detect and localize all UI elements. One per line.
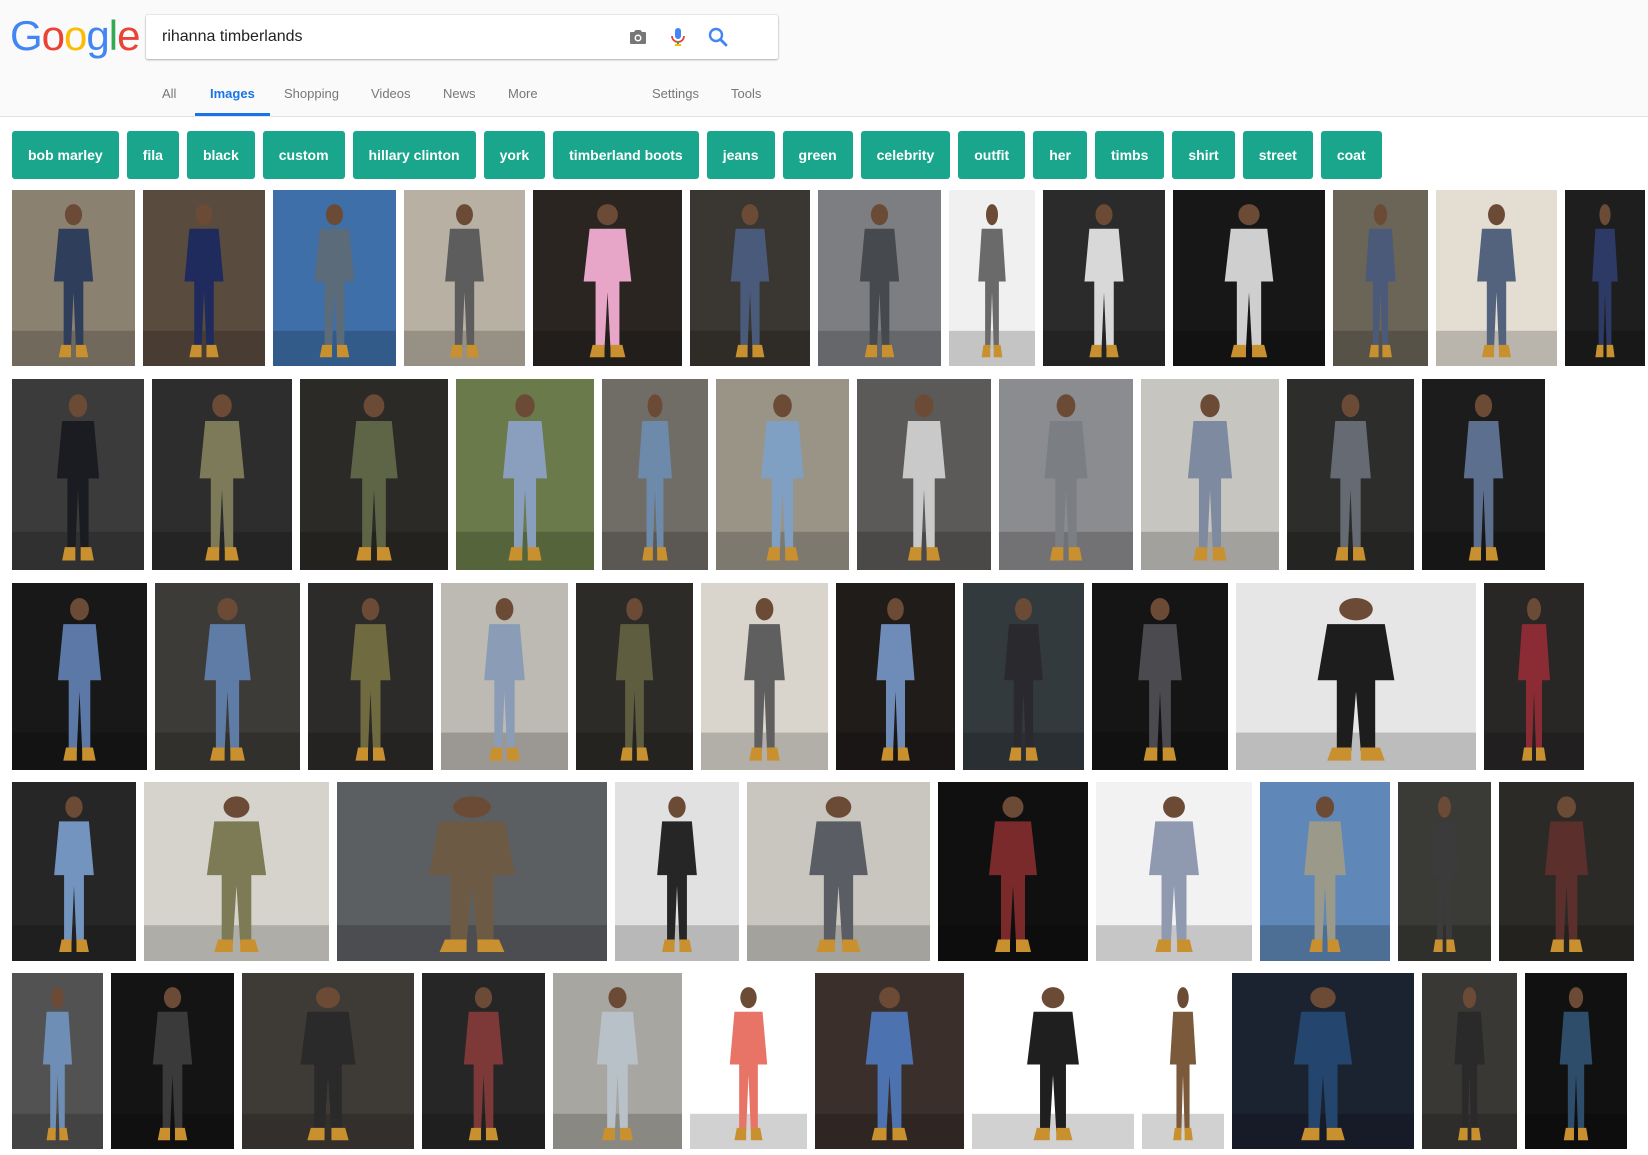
search-input[interactable] <box>162 15 622 59</box>
image-result-thumbnail[interactable] <box>152 379 292 570</box>
related-chip[interactable]: outfit <box>958 131 1026 179</box>
image-result-thumbnail[interactable] <box>818 190 941 366</box>
image-result-thumbnail[interactable] <box>12 973 103 1149</box>
image-result-thumbnail[interactable] <box>12 583 147 770</box>
related-chip[interactable]: celebrity <box>860 131 951 179</box>
image-result-thumbnail[interactable] <box>1043 190 1165 366</box>
image-result-thumbnail[interactable] <box>690 973 807 1149</box>
related-chip[interactable]: street <box>1242 131 1313 179</box>
header: Google All Images Shopping Videos News M… <box>0 0 1648 117</box>
image-result-thumbnail[interactable] <box>1525 973 1627 1149</box>
tab-shopping[interactable]: Shopping <box>284 86 339 116</box>
image-result-thumbnail[interactable] <box>12 782 136 961</box>
image-result-thumbnail[interactable] <box>1142 973 1224 1149</box>
related-chip[interactable]: jeans <box>706 131 775 179</box>
related-chip[interactable]: black <box>186 131 255 179</box>
tab-more[interactable]: More <box>508 86 538 116</box>
image-result-thumbnail[interactable] <box>308 583 433 770</box>
image-result-thumbnail[interactable] <box>963 583 1084 770</box>
search-icon[interactable] <box>706 25 730 49</box>
image-result-thumbnail[interactable] <box>815 973 964 1149</box>
mic-icon[interactable] <box>666 25 690 49</box>
related-chip[interactable]: bob marley <box>12 131 119 179</box>
image-result-thumbnail[interactable] <box>576 583 693 770</box>
image-result-thumbnail[interactable] <box>747 782 930 961</box>
image-result-thumbnail[interactable] <box>422 973 545 1149</box>
image-result-thumbnail[interactable] <box>1260 782 1390 961</box>
related-chip[interactable]: green <box>782 131 853 179</box>
image-result-thumbnail[interactable] <box>155 583 300 770</box>
search-box <box>146 15 778 59</box>
logo-letter: G <box>10 12 43 59</box>
related-chip[interactable]: timbs <box>1095 131 1165 179</box>
image-result-thumbnail[interactable] <box>1173 190 1325 366</box>
image-result-thumbnail[interactable] <box>1092 583 1228 770</box>
image-result-thumbnail[interactable] <box>242 973 414 1149</box>
related-chip[interactable]: york <box>483 131 546 179</box>
logo-letter: e <box>117 12 140 59</box>
image-result-thumbnail[interactable] <box>300 379 448 570</box>
related-chip[interactable]: her <box>1033 131 1088 179</box>
tab-images[interactable]: Images <box>195 86 270 116</box>
google-logo[interactable]: Google <box>10 12 140 60</box>
image-result-thumbnail[interactable] <box>716 379 849 570</box>
related-chip[interactable]: hillary clinton <box>352 131 476 179</box>
image-result-thumbnail[interactable] <box>949 190 1035 366</box>
related-search-chips: bob marley fila black custom hillary clinton… <box>12 131 1390 179</box>
logo-letter: g <box>86 12 109 59</box>
tab-tools[interactable]: Tools <box>731 86 761 116</box>
logo-letter: o <box>64 12 87 59</box>
image-result-thumbnail[interactable] <box>1484 583 1584 770</box>
related-chip[interactable]: coat <box>1320 131 1382 179</box>
image-result-thumbnail[interactable] <box>273 190 396 366</box>
image-result-thumbnail[interactable] <box>1499 782 1634 961</box>
image-result-thumbnail[interactable] <box>1232 973 1414 1149</box>
search-tabs: All Images Shopping Videos News More Set… <box>0 78 1648 116</box>
image-result-thumbnail[interactable] <box>615 782 739 961</box>
image-result-thumbnail[interactable] <box>602 379 708 570</box>
image-result-thumbnail[interactable] <box>1096 782 1252 961</box>
related-chip[interactable]: custom <box>262 131 345 179</box>
image-result-thumbnail[interactable] <box>1565 190 1645 366</box>
image-result-thumbnail[interactable] <box>12 190 135 366</box>
image-result-thumbnail[interactable] <box>701 583 828 770</box>
logo-letter: l <box>108 12 118 59</box>
tab-settings[interactable]: Settings <box>652 86 699 116</box>
image-result-thumbnail[interactable] <box>337 782 607 961</box>
image-result-thumbnail[interactable] <box>1436 190 1557 366</box>
related-chip[interactable]: fila <box>126 131 179 179</box>
image-result-thumbnail[interactable] <box>404 190 525 366</box>
image-result-thumbnail[interactable] <box>1287 379 1414 570</box>
image-result-thumbnail[interactable] <box>836 583 955 770</box>
image-result-thumbnail[interactable] <box>972 973 1134 1149</box>
image-result-thumbnail[interactable] <box>1398 782 1491 961</box>
image-result-thumbnail[interactable] <box>143 190 265 366</box>
image-result-thumbnail[interactable] <box>1236 583 1476 770</box>
image-result-thumbnail[interactable] <box>938 782 1088 961</box>
related-chip[interactable]: timberland boots <box>553 131 699 179</box>
image-result-thumbnail[interactable] <box>553 973 682 1149</box>
image-result-thumbnail[interactable] <box>533 190 682 366</box>
tab-news[interactable]: News <box>443 86 476 116</box>
image-result-thumbnail[interactable] <box>857 379 991 570</box>
image-result-thumbnail[interactable] <box>1422 973 1517 1149</box>
image-result-thumbnail[interactable] <box>999 379 1133 570</box>
tab-videos[interactable]: Videos <box>371 86 411 116</box>
image-result-thumbnail[interactable] <box>690 190 810 366</box>
related-chip[interactable]: shirt <box>1172 131 1235 179</box>
image-result-thumbnail[interactable] <box>1422 379 1545 570</box>
tab-all[interactable]: All <box>162 86 176 116</box>
image-result-thumbnail[interactable] <box>456 379 594 570</box>
image-result-thumbnail[interactable] <box>1333 190 1428 366</box>
logo-letter: o <box>41 12 65 59</box>
image-result-thumbnail[interactable] <box>111 973 234 1149</box>
image-result-thumbnail[interactable] <box>441 583 568 770</box>
image-result-thumbnail[interactable] <box>144 782 329 961</box>
image-result-thumbnail[interactable] <box>12 379 144 570</box>
camera-icon[interactable] <box>626 25 650 49</box>
image-result-thumbnail[interactable] <box>1141 379 1279 570</box>
